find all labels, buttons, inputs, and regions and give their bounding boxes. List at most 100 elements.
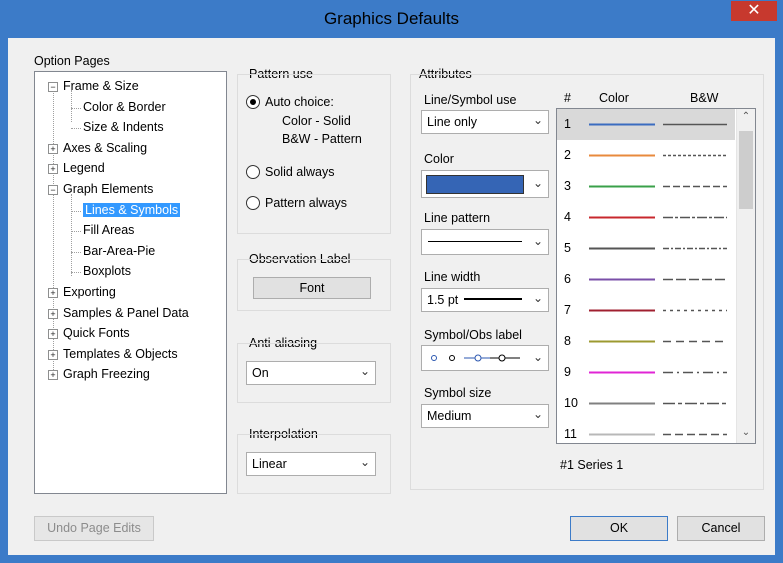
symbol-preview-icon xyxy=(431,354,520,362)
line-width-value: 1.5 pt xyxy=(427,293,459,307)
series-row[interactable]: 9 xyxy=(557,357,735,388)
option-pages-tree[interactable]: − Frame & Size Color & Border Size & Indent… xyxy=(34,71,227,494)
solid-always-radio[interactable] xyxy=(246,165,260,179)
series-number: 9 xyxy=(564,365,571,379)
option-page-item[interactable]: Exporting xyxy=(63,285,116,299)
series-row[interactable]: 11 xyxy=(557,419,735,443)
series-line-preview xyxy=(589,340,727,343)
series-scrollbar[interactable]: ⌃ ⌄ xyxy=(736,109,755,443)
line-symbol-use-label: Line/Symbol use xyxy=(424,93,517,107)
option-page-item[interactable]: Fill Areas xyxy=(83,223,134,237)
pattern-always-label[interactable]: Pattern always xyxy=(265,196,347,210)
expand-plus-icon[interactable]: + xyxy=(48,370,58,380)
series-list[interactable]: 1 2 3 4 5 6 7 8 9 10 11 ⌃ ⌄ xyxy=(556,108,756,444)
series-line-preview xyxy=(589,433,727,436)
series-line-preview xyxy=(589,371,727,374)
chevron-down-icon: ⌄ xyxy=(532,291,543,305)
series-col-num: # xyxy=(564,91,571,105)
anti-aliasing-select[interactable]: On ⌄ xyxy=(246,361,376,385)
graphics-defaults-window: Graphics Defaults ✕ Option Pages − Frame … xyxy=(0,0,783,563)
option-page-item[interactable]: Boxplots xyxy=(83,264,131,278)
dialog-body: Option Pages − Frame & Size Color & Border… xyxy=(8,38,775,555)
series-row[interactable]: 10 xyxy=(557,388,735,419)
close-icon[interactable]: ✕ xyxy=(731,1,777,21)
pattern-always-radio[interactable] xyxy=(246,196,260,210)
series-row[interactable]: 7 xyxy=(557,295,735,326)
option-page-item[interactable]: Size & Indents xyxy=(83,120,164,134)
option-page-item[interactable]: Quick Fonts xyxy=(63,326,130,340)
title-bar[interactable]: Graphics Defaults ✕ xyxy=(0,0,783,38)
auto-choice-label[interactable]: Auto choice: xyxy=(265,95,334,109)
scroll-up-icon[interactable]: ⌃ xyxy=(737,111,755,122)
chevron-down-icon: ⌄ xyxy=(532,234,543,248)
chevron-down-icon: ⌄ xyxy=(359,364,370,378)
option-page-item[interactable]: Graph Elements xyxy=(63,182,153,196)
option-page-item[interactable]: Templates & Objects xyxy=(63,347,178,361)
option-page-item[interactable]: Graph Freezing xyxy=(63,367,150,381)
color-select[interactable]: ⌄ xyxy=(421,170,549,198)
series-number: 10 xyxy=(564,396,578,410)
series-row[interactable]: 8 xyxy=(557,326,735,357)
expand-plus-icon[interactable]: + xyxy=(48,164,58,174)
line-width-preview xyxy=(464,298,522,300)
series-line-preview xyxy=(589,216,727,219)
line-width-label: Line width xyxy=(424,270,481,284)
expand-plus-icon[interactable]: + xyxy=(48,144,58,154)
tree-connector-line xyxy=(71,252,81,253)
series-row[interactable]: 3 xyxy=(557,171,735,202)
line-symbol-use-select[interactable]: Line only ⌄ xyxy=(421,110,549,134)
series-row[interactable]: 4 xyxy=(557,202,735,233)
ok-button[interactable]: OK xyxy=(570,516,668,541)
color-label: Color xyxy=(424,152,454,166)
option-page-item[interactable]: Bar-Area-Pie xyxy=(83,244,155,258)
collapse-minus-icon[interactable]: − xyxy=(48,185,58,195)
cancel-button[interactable]: Cancel xyxy=(677,516,765,541)
series-row[interactable]: 5 xyxy=(557,233,735,264)
expand-plus-icon[interactable]: + xyxy=(48,350,58,360)
scroll-thumb[interactable] xyxy=(739,131,753,209)
symbol-size-select[interactable]: Medium ⌄ xyxy=(421,404,549,428)
collapse-minus-icon[interactable]: − xyxy=(48,82,58,92)
series-col-color: Color xyxy=(599,91,629,105)
option-page-item[interactable]: Legend xyxy=(63,161,105,175)
symbol-size-value: Medium xyxy=(427,409,472,423)
expand-plus-icon[interactable]: + xyxy=(48,309,58,319)
chevron-down-icon: ⌄ xyxy=(532,176,543,190)
symbol-label-select[interactable]: ⌄ xyxy=(421,345,549,371)
line-pattern-preview xyxy=(428,241,522,242)
solid-always-label[interactable]: Solid always xyxy=(265,165,334,179)
option-page-item[interactable]: Axes & Scaling xyxy=(63,141,147,155)
auto-choice-note-color: Color - Solid xyxy=(282,114,351,128)
chevron-down-icon: ⌄ xyxy=(532,113,543,127)
tree-connector-line xyxy=(71,211,81,212)
series-row[interactable]: 2 xyxy=(557,140,735,171)
tree-connector-line xyxy=(71,108,81,109)
series-number: 4 xyxy=(564,210,571,224)
chevron-down-icon: ⌄ xyxy=(359,455,370,469)
series-row[interactable]: 1 xyxy=(557,109,735,140)
font-button[interactable]: Font xyxy=(253,277,371,299)
series-caption: #1 Series 1 xyxy=(560,458,624,472)
chevron-down-icon: ⌄ xyxy=(532,407,543,421)
option-page-item[interactable]: Frame & Size xyxy=(63,79,139,93)
scroll-down-icon[interactable]: ⌄ xyxy=(737,427,755,438)
expand-plus-icon[interactable]: + xyxy=(48,288,58,298)
tree-guide-line xyxy=(53,90,54,370)
expand-plus-icon[interactable]: + xyxy=(48,329,58,339)
option-page-item[interactable]: Lines & Symbols xyxy=(83,203,181,217)
series-number: 1 xyxy=(564,117,571,131)
series-line-preview xyxy=(589,278,727,281)
option-page-item[interactable]: Color & Border xyxy=(83,100,166,114)
series-line-preview xyxy=(589,402,727,405)
series-number: 5 xyxy=(564,241,571,255)
line-pattern-select[interactable]: ⌄ xyxy=(421,229,549,255)
series-line-preview xyxy=(589,123,727,126)
option-pages-heading: Option Pages xyxy=(34,54,110,68)
interpolation-select[interactable]: Linear ⌄ xyxy=(246,452,376,476)
series-row[interactable]: 6 xyxy=(557,264,735,295)
series-line-preview xyxy=(589,154,727,157)
option-page-item[interactable]: Samples & Panel Data xyxy=(63,306,189,320)
line-width-select[interactable]: 1.5 pt ⌄ xyxy=(421,288,549,312)
undo-page-edits-button[interactable]: Undo Page Edits xyxy=(34,516,154,541)
auto-choice-radio[interactable] xyxy=(246,95,260,109)
